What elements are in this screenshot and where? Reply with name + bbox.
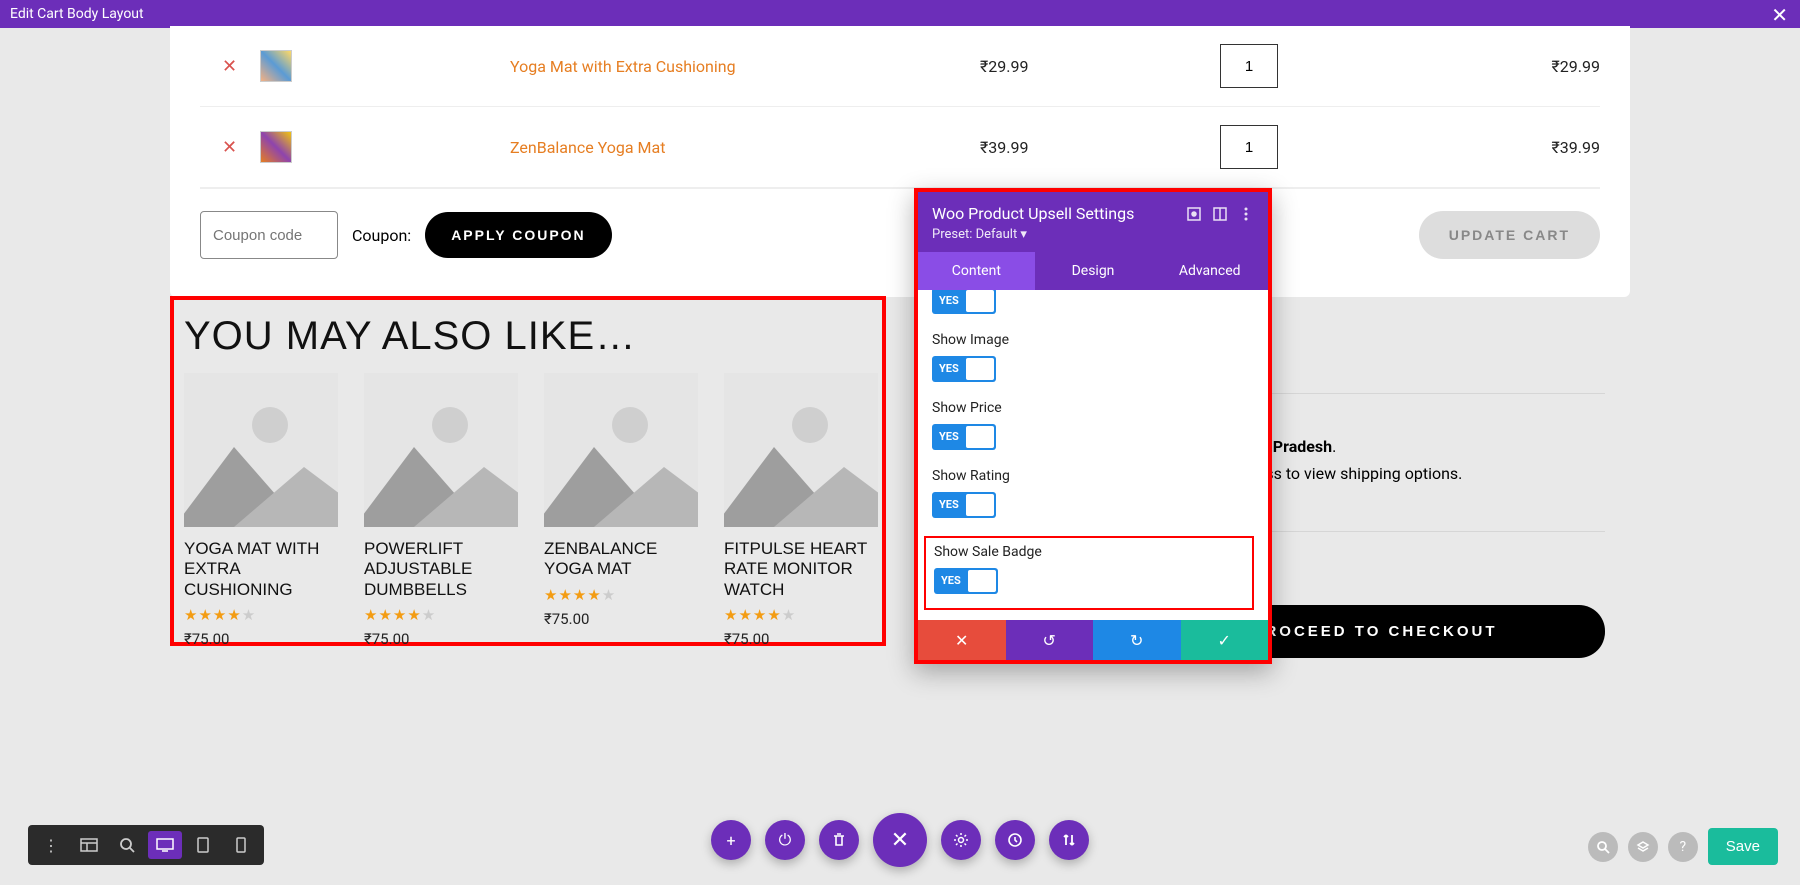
- rating-stars-icon: ★★★★★: [364, 606, 518, 624]
- zoom-icon[interactable]: [110, 831, 144, 859]
- product-name-link[interactable]: Yoga Mat with Extra Cushioning: [510, 57, 980, 76]
- cart-row: ✕ ZenBalance Yoga Mat ₹39.99 ₹39.99: [200, 107, 1600, 188]
- power-icon[interactable]: ⏻: [765, 820, 805, 860]
- module-settings-panel: Woo Product Upsell Settings Preset: Defa…: [914, 188, 1272, 664]
- setting-show-price: Show Price YES: [932, 400, 1254, 454]
- help-icon[interactable]: ?: [1668, 832, 1698, 862]
- placeholder-image-icon: [184, 373, 338, 527]
- tablet-view-icon[interactable]: [186, 831, 220, 859]
- product-thumbnail: [260, 131, 510, 163]
- rating-stars-icon: ★★★★★: [724, 606, 878, 624]
- upsell-item-price: ₹75.00: [544, 610, 698, 628]
- swap-icon[interactable]: [1049, 820, 1089, 860]
- product-subtotal: ₹39.99: [1440, 138, 1600, 157]
- settings-title: Woo Product Upsell Settings: [932, 204, 1176, 223]
- tab-design[interactable]: Design: [1035, 252, 1152, 290]
- settings-header[interactable]: Woo Product Upsell Settings Preset: Defa…: [918, 192, 1268, 252]
- quantity-input[interactable]: [1220, 44, 1278, 88]
- upsell-item-name: FitPulse Heart Rate Monitor Watch: [724, 539, 878, 600]
- upsell-item-price: ₹75.00: [184, 630, 338, 648]
- apply-coupon-button[interactable]: APPLY COUPON: [425, 212, 611, 258]
- tab-advanced[interactable]: Advanced: [1151, 252, 1268, 290]
- quantity-input[interactable]: [1220, 125, 1278, 169]
- remove-item-button[interactable]: ✕: [200, 56, 260, 77]
- more-icon[interactable]: [1238, 206, 1254, 222]
- product-subtotal: ₹29.99: [1440, 57, 1600, 76]
- trash-icon[interactable]: [819, 820, 859, 860]
- setting-label: Show Price: [932, 400, 1254, 416]
- rating-stars-icon: ★★★★★: [184, 606, 338, 624]
- gear-icon[interactable]: [941, 820, 981, 860]
- search-icon[interactable]: [1588, 832, 1618, 862]
- viewport-toolbar: ⋮: [28, 825, 264, 865]
- toggle-show-price[interactable]: YES: [932, 424, 996, 450]
- cart-card: ✕ Yoga Mat with Extra Cushioning ₹29.99 …: [170, 26, 1630, 297]
- columns-icon[interactable]: [1212, 206, 1228, 222]
- tab-content[interactable]: Content: [918, 252, 1035, 290]
- upsell-item[interactable]: Yoga Mat with Extra Cushioning ★★★★★ ₹75…: [184, 373, 338, 648]
- layers-icon[interactable]: [1628, 832, 1658, 862]
- settings-action-bar: ✕ ↺ ↻ ✓: [918, 620, 1268, 660]
- settings-body: YES Show Image YES Show Price YES Show R…: [918, 290, 1268, 620]
- upsell-item-name: PowerLift Adjustable Dumbbells: [364, 539, 518, 600]
- close-editor-button[interactable]: ✕: [1771, 3, 1788, 27]
- upsell-item-name: Yoga Mat with Extra Cushioning: [184, 539, 338, 600]
- undo-button[interactable]: ↺: [1006, 620, 1094, 660]
- product-price: ₹39.99: [980, 138, 1220, 157]
- upsell-item[interactable]: PowerLift Adjustable Dumbbells ★★★★★ ₹75…: [364, 373, 518, 648]
- upsell-item[interactable]: FitPulse Heart Rate Monitor Watch ★★★★★ …: [724, 373, 878, 648]
- coupon-label: Coupon:: [352, 226, 411, 245]
- preset-dropdown[interactable]: Preset: Default ▾: [932, 227, 1254, 242]
- editor-top-bar: Edit Cart Body Layout ✕: [0, 0, 1800, 28]
- coupon-code-input[interactable]: [200, 211, 338, 259]
- upsell-section: You may also like… Yoga Mat with Extra C…: [170, 296, 886, 646]
- toggle-show-image[interactable]: YES: [932, 356, 996, 382]
- placeholder-image-icon: [364, 373, 518, 527]
- rating-stars-icon: ★★★★★: [544, 586, 698, 604]
- wireframe-icon[interactable]: [72, 831, 106, 859]
- more-icon[interactable]: ⋮: [34, 831, 68, 859]
- upsell-item-price: ₹75.00: [364, 630, 518, 648]
- setting-label: Show Sale Badge: [934, 544, 1244, 560]
- discard-button[interactable]: ✕: [918, 620, 1006, 660]
- product-price: ₹29.99: [980, 57, 1220, 76]
- help-save-bar: ? Save: [1588, 828, 1778, 865]
- cart-row: ✕ Yoga Mat with Extra Cushioning ₹29.99 …: [200, 26, 1600, 107]
- settings-tabs: Content Design Advanced: [918, 252, 1268, 290]
- builder-action-bar: + ⏻ ✕: [711, 813, 1089, 867]
- toggle-show-sale-badge[interactable]: YES: [934, 568, 998, 594]
- coupon-row: Coupon: APPLY COUPON UPDATE CART: [200, 188, 1600, 267]
- upsell-item-price: ₹75.00: [724, 630, 878, 648]
- upsell-grid: Yoga Mat with Extra Cushioning ★★★★★ ₹75…: [184, 373, 872, 648]
- mobile-view-icon[interactable]: [224, 831, 258, 859]
- save-button[interactable]: Save: [1708, 828, 1778, 865]
- upsell-heading: You may also like…: [184, 314, 872, 359]
- toggle-show-rating[interactable]: YES: [932, 492, 996, 518]
- editor-title: Edit Cart Body Layout: [10, 6, 144, 22]
- setting-show-sale-badge: Show Sale Badge YES: [924, 536, 1254, 610]
- placeholder-image-icon: [544, 373, 698, 527]
- placeholder-image-icon: [724, 373, 878, 527]
- upsell-item[interactable]: ZenBalance Yoga Mat ★★★★★ ₹75.00: [544, 373, 698, 648]
- redo-button[interactable]: ↻: [1093, 620, 1181, 660]
- close-builder-button[interactable]: ✕: [873, 813, 927, 867]
- update-cart-button[interactable]: UPDATE CART: [1419, 211, 1600, 259]
- expand-icon[interactable]: [1186, 206, 1202, 222]
- toggle-partial[interactable]: YES: [932, 290, 996, 314]
- product-thumbnail: [260, 50, 510, 82]
- setting-label: Show Rating: [932, 468, 1254, 484]
- desktop-view-icon[interactable]: [148, 831, 182, 859]
- setting-show-image: Show Image YES: [932, 332, 1254, 386]
- remove-item-button[interactable]: ✕: [200, 137, 260, 158]
- setting-label: Show Image: [932, 332, 1254, 348]
- product-name-link[interactable]: ZenBalance Yoga Mat: [510, 138, 980, 157]
- history-icon[interactable]: [995, 820, 1035, 860]
- confirm-button[interactable]: ✓: [1181, 620, 1269, 660]
- setting-show-rating: Show Rating YES: [932, 468, 1254, 522]
- upsell-item-name: ZenBalance Yoga Mat: [544, 539, 698, 580]
- add-module-button[interactable]: +: [711, 820, 751, 860]
